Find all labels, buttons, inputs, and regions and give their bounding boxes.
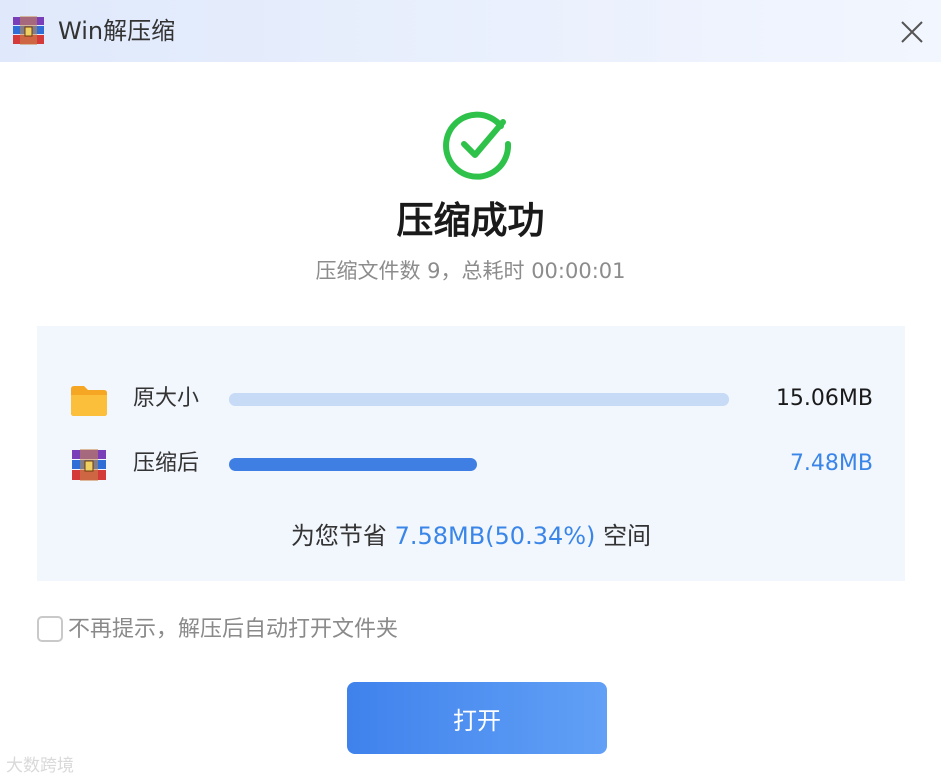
original-size-value: 15.06MB <box>775 386 873 411</box>
dont-show-again-checkbox[interactable] <box>37 616 63 642</box>
space-saved-amount: 7.58MB(50.34%) <box>394 522 596 550</box>
compressed-size-bar <box>229 458 729 471</box>
original-size-bar <box>229 393 729 406</box>
check-circle-icon <box>443 111 512 180</box>
original-size-bar-fill <box>229 393 729 406</box>
compressed-size-bar-fill <box>229 458 478 471</box>
compressed-size-value: 7.48MB <box>789 451 873 476</box>
original-size-label: 原大小 <box>133 386 200 411</box>
space-saved-prefix: 为您节省 <box>290 522 387 550</box>
title-bar: Win解压缩 <box>0 0 941 62</box>
app-title: Win解压缩 <box>58 17 176 45</box>
size-stats-panel: 原大小 15.06MB 压缩后 7.48MB 为您节省 7.58MB(50.34… <box>37 326 905 581</box>
result-heading: 压缩成功 <box>396 199 545 242</box>
winrar-archive-icon <box>13 16 44 45</box>
result-summary: 压缩文件数 9，总耗时 00:00:01 <box>315 259 626 283</box>
original-size-row: 原大小 15.06MB <box>37 377 905 421</box>
dont-show-again-label[interactable]: 不再提示，解压后自动打开文件夹 <box>68 613 398 647</box>
compressed-size-row: 压缩后 7.48MB <box>37 442 905 486</box>
open-button[interactable]: 打开 <box>347 682 607 754</box>
compressed-size-label: 压缩后 <box>133 451 200 476</box>
close-button[interactable] <box>890 10 934 54</box>
watermark: 大数跨境 <box>6 756 74 776</box>
winrar-archive-icon <box>72 449 106 481</box>
close-icon <box>901 21 923 43</box>
space-saved-text: 为您节省 7.58MB(50.34%) 空间 <box>37 518 905 554</box>
space-saved-suffix: 空间 <box>603 522 652 550</box>
folder-icon <box>71 386 107 416</box>
